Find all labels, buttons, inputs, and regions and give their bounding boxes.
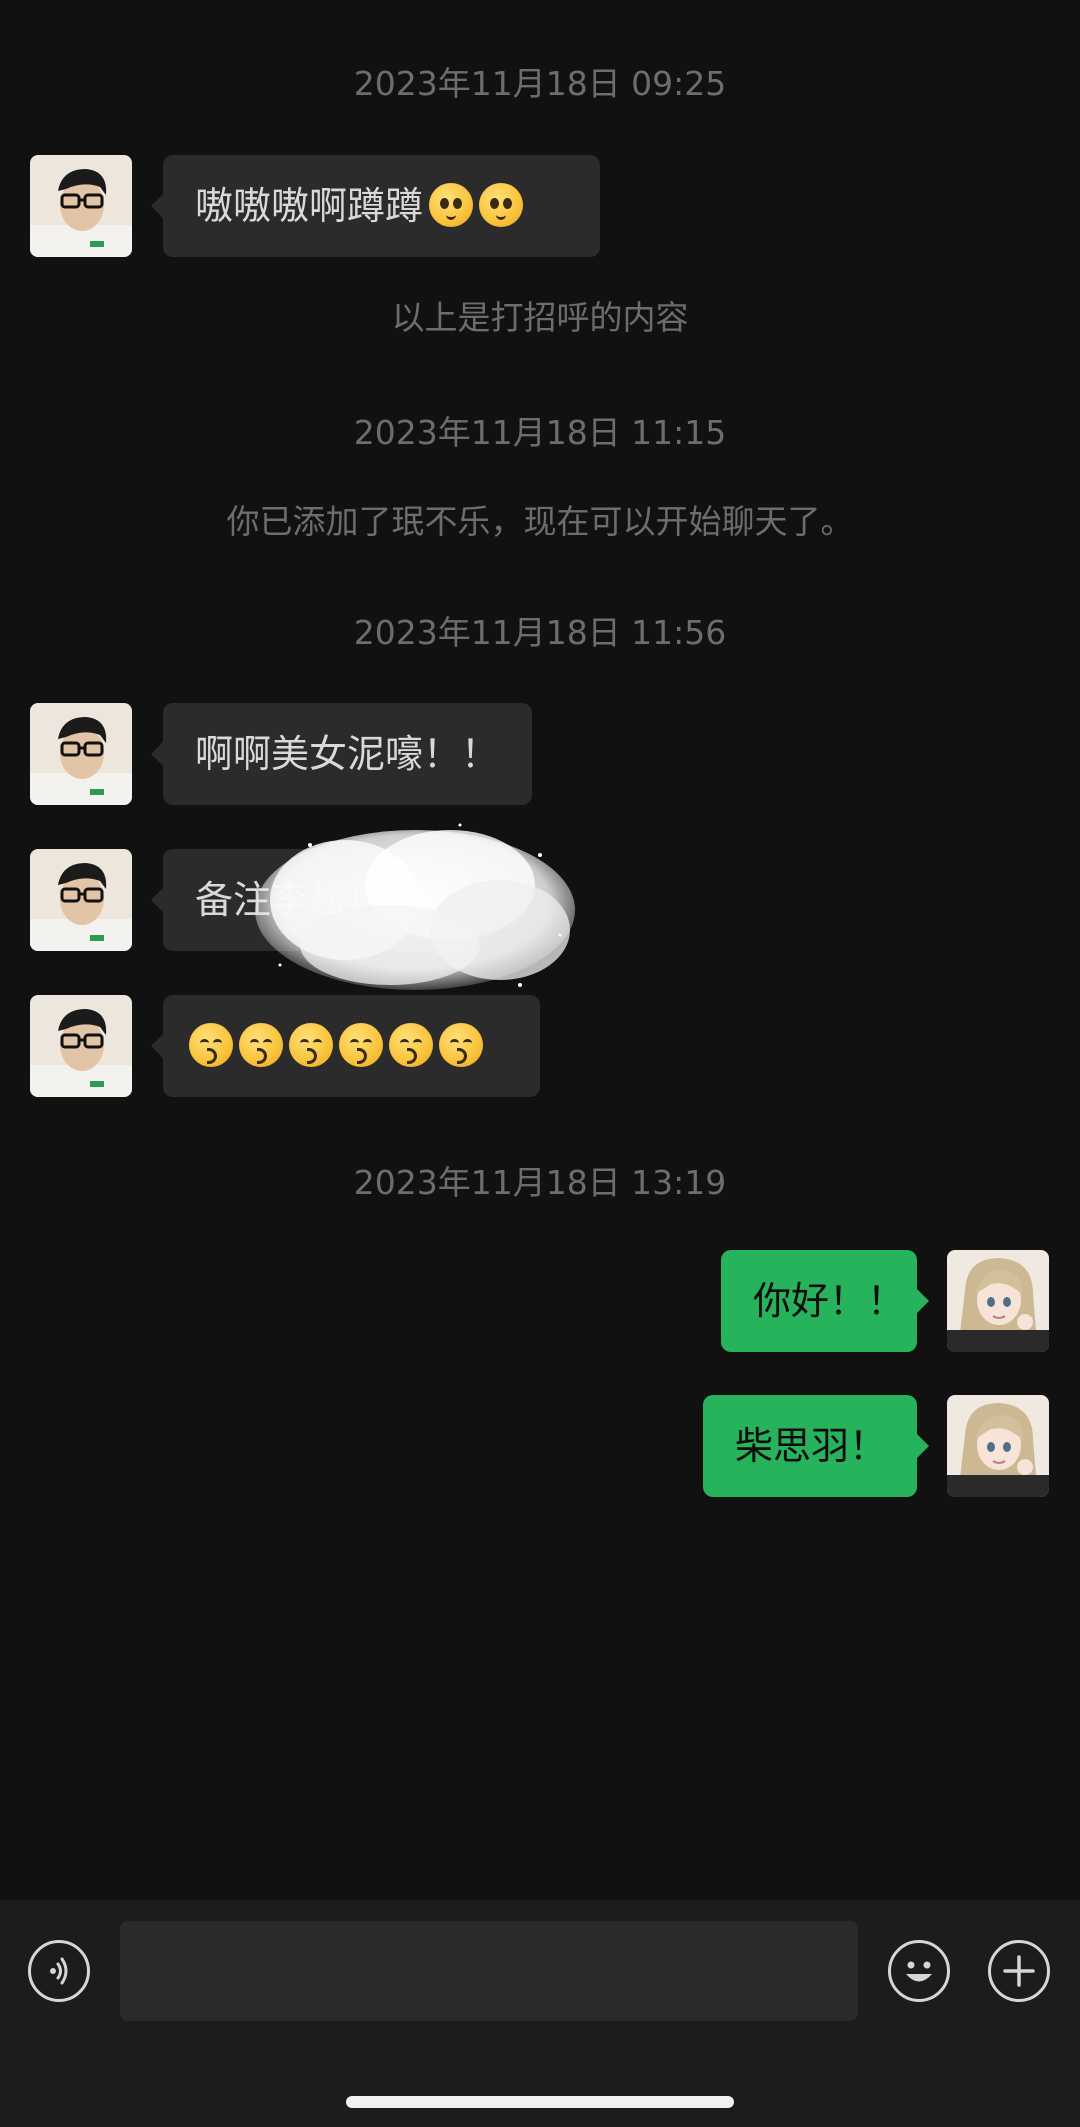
message-bubble-outgoing[interactable]: 你好！！ [721, 1250, 929, 1352]
message-text: 啊啊美女泥嚎！！ [195, 732, 500, 776]
kissing-face-emoji [289, 1022, 333, 1067]
message-text: 备注李松月！ [195, 878, 424, 922]
my-avatar[interactable] [947, 1395, 1049, 1497]
home-indicator[interactable] [346, 2096, 734, 2108]
contact-avatar[interactable] [30, 849, 132, 951]
kissing-face-emoji [189, 1022, 233, 1067]
pleading-face-emoji [479, 182, 524, 227]
voice-icon [50, 1957, 68, 1985]
timestamp: 2023年11月18日 11:56 [353, 613, 727, 652]
plus-icon [1003, 1955, 1035, 1987]
voice-button[interactable] [28, 1940, 90, 2002]
pleading-face-emoji [429, 182, 474, 227]
timestamp: 2023年11月18日 09:25 [353, 64, 727, 103]
chat-message-list[interactable]: 2023年11月18日 09:25 嗷嗷嗷啊蹲蹲 以上是打招呼的内容 2023年… [0, 0, 1080, 1900]
timestamp: 2023年11月18日 11:15 [353, 413, 727, 452]
system-notice: 以上是打招呼的内容 [391, 298, 689, 337]
contact-avatar[interactable] [30, 995, 132, 1097]
message-bubble-incoming[interactable]: 嗷嗷嗷啊蹲蹲 [151, 155, 600, 257]
message-bubble-incoming[interactable]: 备注李松月！ [151, 849, 463, 951]
system-notice: 你已添加了珉不乐，现在可以开始聊天了。 [226, 502, 854, 541]
input-bar [0, 1900, 1080, 2127]
add-button[interactable] [988, 1940, 1050, 2002]
kissing-face-emoji [439, 1022, 483, 1067]
my-avatar[interactable] [947, 1250, 1049, 1352]
message-text: 嗷嗷嗷啊蹲蹲 [195, 184, 424, 228]
message-bubble-incoming[interactable] [151, 995, 540, 1097]
message-bubble-incoming[interactable]: 啊啊美女泥嚎！！ [151, 703, 532, 805]
emoji-button[interactable] [888, 1940, 950, 2002]
kissing-face-emoji [389, 1022, 433, 1067]
message-bubble-outgoing[interactable]: 柴思羽！ [703, 1395, 929, 1497]
emoji-icon [906, 1961, 932, 1982]
kissing-face-emoji [239, 1022, 283, 1067]
message-text: 你好！！ [753, 1279, 906, 1323]
contact-avatar[interactable] [30, 155, 132, 257]
message-input[interactable] [120, 1921, 858, 2021]
message-text: 柴思羽！ [735, 1424, 888, 1468]
kissing-face-emoji [339, 1022, 383, 1067]
timestamp: 2023年11月18日 13:19 [353, 1163, 727, 1202]
contact-avatar[interactable] [30, 703, 132, 805]
